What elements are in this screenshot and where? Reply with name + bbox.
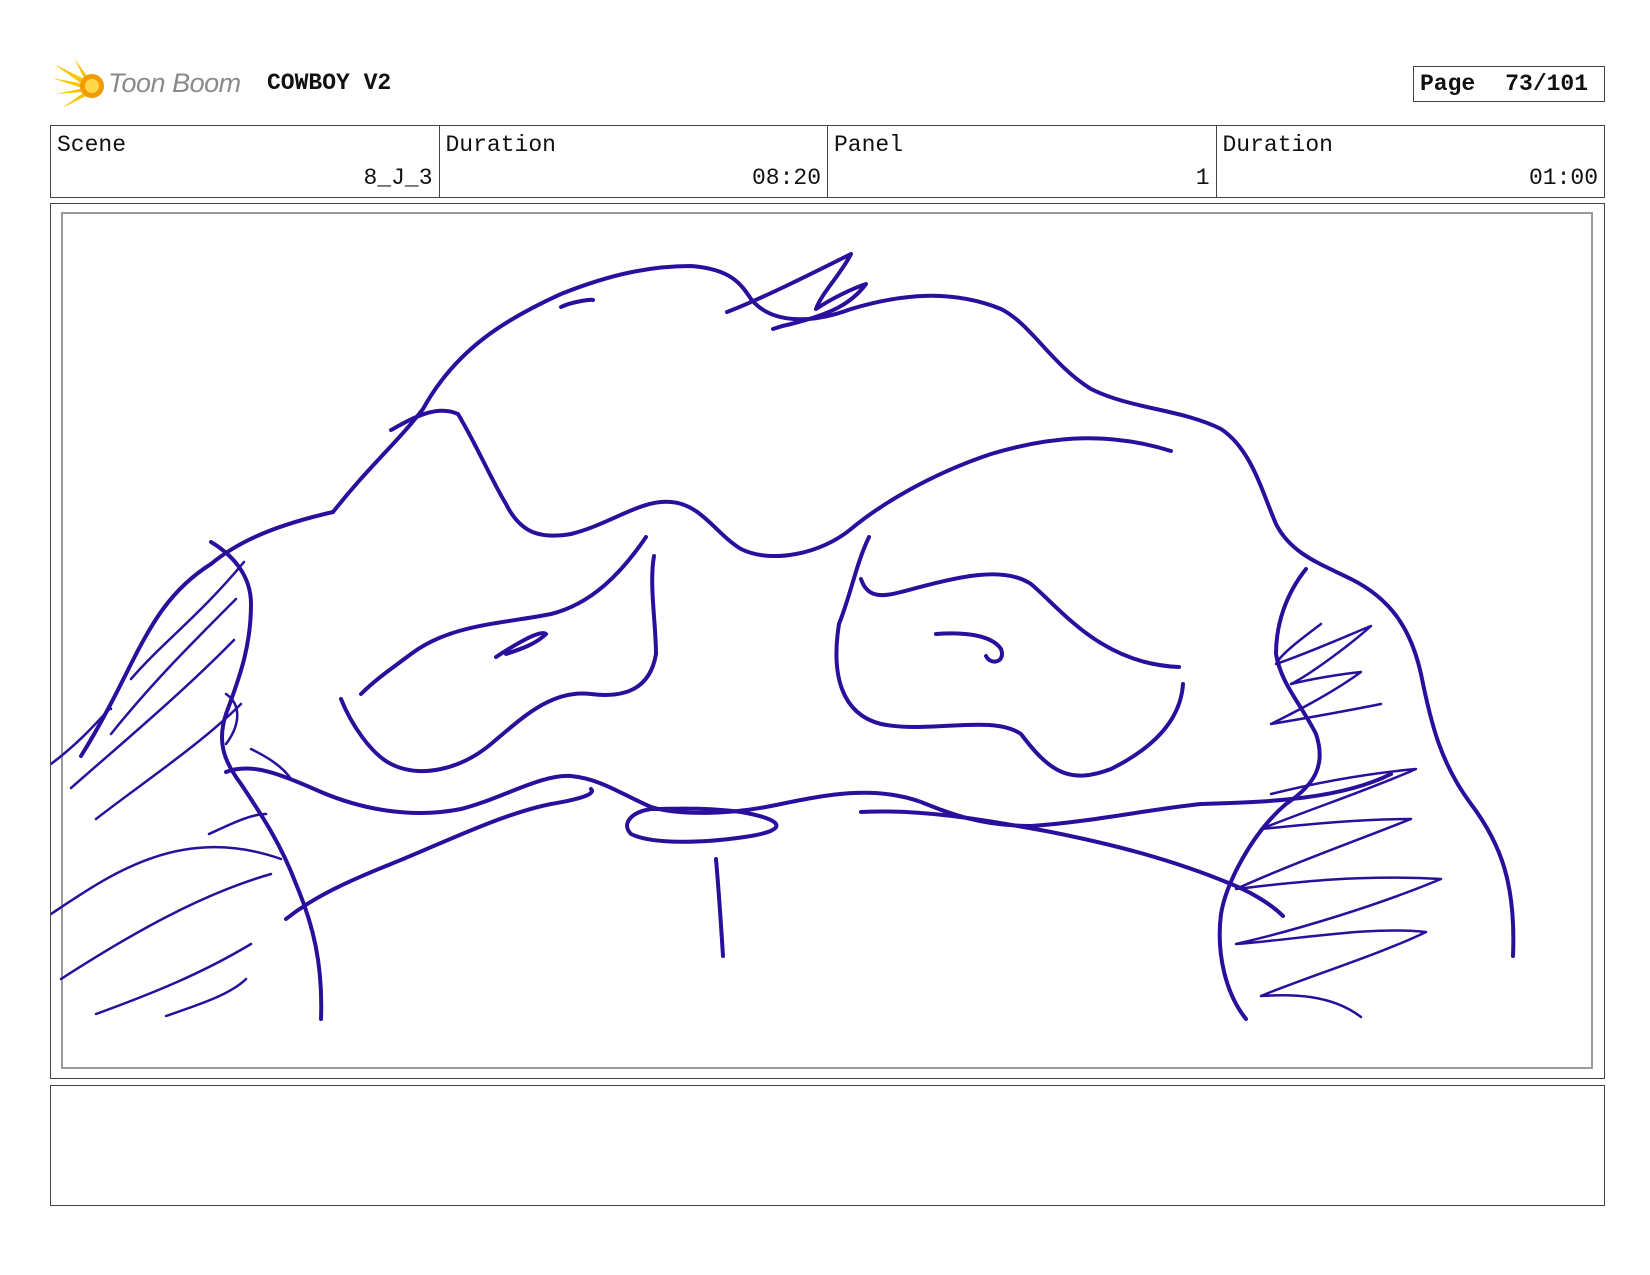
scene-duration-label: Duration bbox=[445, 132, 556, 158]
left-eye-glint bbox=[494, 631, 548, 659]
panel-value: 1 bbox=[1195, 165, 1210, 191]
project-title: COWBOY V2 bbox=[267, 70, 392, 96]
left-jaw bbox=[209, 540, 324, 1021]
scene-duration-cell: Duration 08:20 bbox=[440, 126, 828, 197]
page-indicator: Page 73/101 bbox=[1413, 66, 1605, 102]
scene-cell: Scene 8_J_3 bbox=[51, 126, 440, 197]
toon-boom-logo: Toon Boom bbox=[52, 58, 252, 114]
right-eye-pupil bbox=[934, 631, 1004, 664]
page-number: 73/101 bbox=[1505, 71, 1589, 97]
panel-duration-label: Duration bbox=[1222, 132, 1333, 158]
panel-cell: Panel 1 bbox=[828, 126, 1217, 197]
panel-duration-cell: Duration 01:00 bbox=[1217, 126, 1605, 197]
logo-text: Toon Boom bbox=[108, 68, 241, 98]
left-eye-lower bbox=[339, 554, 658, 773]
cheek-line-left bbox=[224, 766, 1393, 828]
notes-box bbox=[50, 1085, 1605, 1206]
page-label: Page bbox=[1420, 71, 1476, 97]
left-outline bbox=[79, 510, 335, 758]
scene-info-row: Scene 8_J_3 Duration 08:20 Panel 1 Durat… bbox=[50, 125, 1605, 198]
hair-outline bbox=[331, 264, 1516, 958]
chin-line bbox=[859, 809, 1285, 918]
panel-duration-value: 01:00 bbox=[1528, 165, 1598, 191]
storyboard-panel bbox=[50, 203, 1605, 1079]
scene-duration-value: 08:20 bbox=[751, 165, 821, 191]
left-eye bbox=[359, 535, 648, 696]
hair-strand bbox=[559, 297, 595, 309]
hairline bbox=[389, 408, 1173, 559]
scene-value: 8_J_3 bbox=[363, 165, 433, 191]
chin-mark bbox=[714, 857, 725, 958]
starburst-icon bbox=[52, 58, 104, 108]
panel-sketch bbox=[51, 252, 1516, 1021]
left-hatching bbox=[51, 560, 293, 1018]
panel-label: Panel bbox=[834, 132, 904, 158]
scene-label: Scene bbox=[57, 132, 127, 158]
lower-face-left bbox=[284, 787, 594, 921]
right-eye-upper bbox=[859, 572, 1181, 669]
